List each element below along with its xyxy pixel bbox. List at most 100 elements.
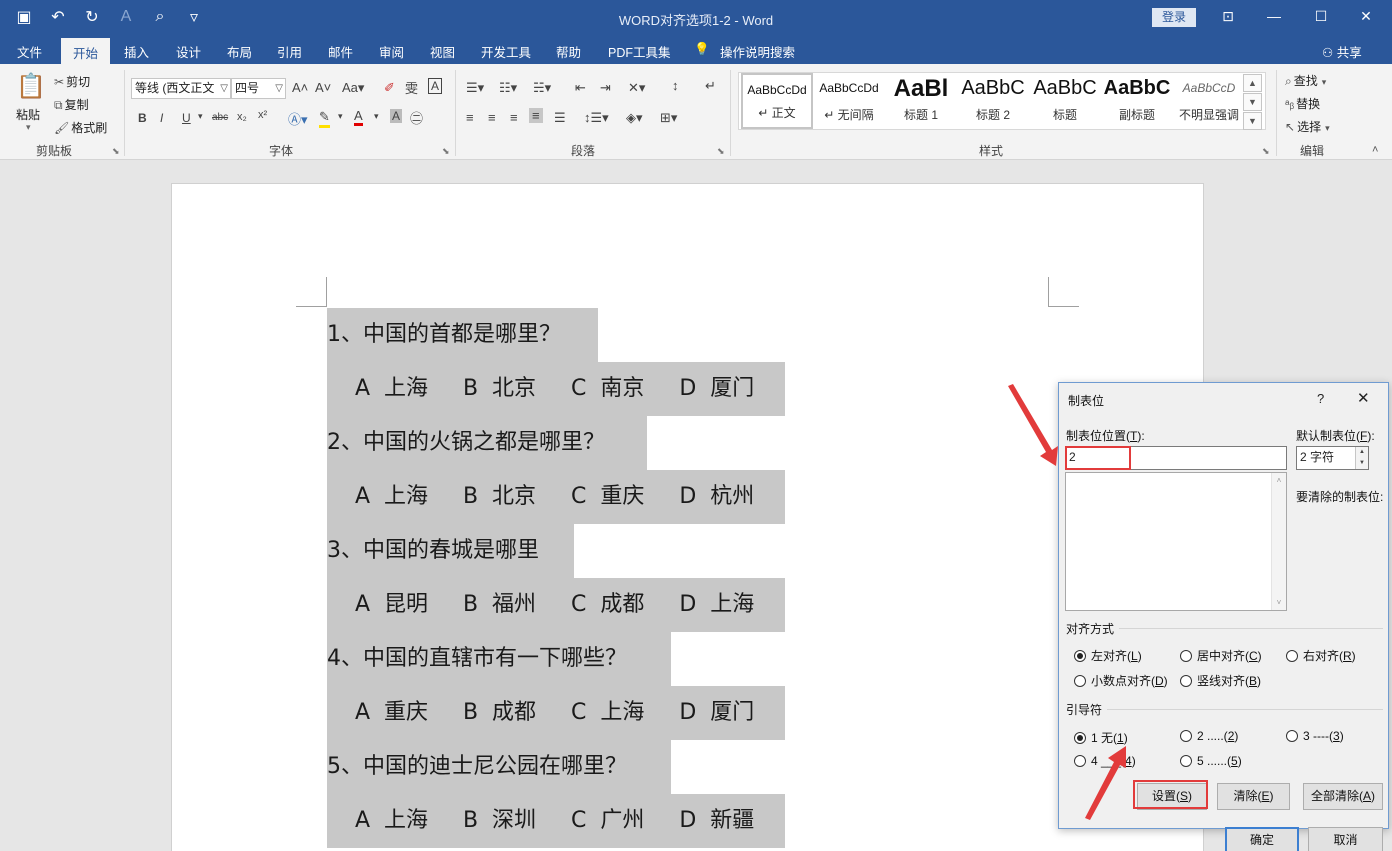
borders-icon[interactable]: ⊞▾	[660, 110, 677, 126]
highlight-dropdown-icon[interactable]: ▾	[338, 111, 343, 122]
share-button[interactable]: ⚇ 共享	[1322, 42, 1362, 61]
find-button[interactable]: ⌕ 查找 ▾	[1285, 72, 1328, 89]
radio-leader-dashes[interactable]: 3 ----(3)	[1286, 729, 1344, 743]
paragraph-launcher-icon[interactable]: ⬊	[717, 146, 725, 157]
tab-help[interactable]: 帮助	[556, 42, 581, 61]
list-scrollbar[interactable]: ˄ ˅	[1271, 473, 1286, 610]
font-size-combo[interactable]: 四号 ▽	[231, 78, 286, 99]
radio-align-bar[interactable]: 竖线对齐(B)	[1180, 672, 1261, 689]
question-line[interactable]: 1、中国的首都是哪里？	[327, 308, 598, 362]
collapse-ribbon-icon[interactable]: ˄	[1372, 144, 1378, 156]
login-button[interactable]: 登录	[1152, 8, 1196, 27]
multilevel-list-icon[interactable]: ☵▾	[533, 80, 551, 96]
style-subtitle[interactable]: AaBbC 副标题	[1101, 73, 1173, 129]
tell-me-search[interactable]: 操作说明搜索	[720, 42, 795, 61]
tab-design[interactable]: 设计	[176, 42, 201, 61]
tab-stops-list[interactable]: ˄ ˅	[1065, 472, 1287, 611]
close-icon[interactable]: ✕	[1351, 8, 1381, 25]
show-marks-icon[interactable]: ↵	[705, 78, 716, 94]
tab-insert[interactable]: 插入	[124, 42, 149, 61]
radio-leader-middle-dots[interactable]: 5 ......(5)	[1180, 754, 1242, 768]
shrink-font-icon[interactable]: A˅	[315, 80, 331, 95]
minimize-icon[interactable]: —	[1259, 8, 1289, 24]
copy-button[interactable]: ⧉ 复制	[54, 96, 89, 113]
numbering-icon[interactable]: ☷▾	[499, 80, 517, 96]
tab-mailings[interactable]: 邮件	[328, 42, 353, 61]
options-line[interactable]: A 上海 B 北京 C 重庆 D 杭州	[327, 470, 785, 524]
ribbon-display-icon[interactable]: ⊡	[1213, 8, 1243, 25]
increase-indent-icon[interactable]: ⇥	[600, 80, 611, 96]
font-launcher-icon[interactable]: ⬊	[442, 146, 450, 157]
align-right-icon[interactable]: ≡	[510, 110, 518, 125]
subscript-icon[interactable]: x₂	[237, 111, 247, 123]
font-color-dropdown-icon[interactable]: ▾	[374, 111, 379, 122]
radio-leader-none[interactable]: 1 无(1)	[1074, 729, 1128, 746]
paste-dropdown-icon[interactable]: ▾	[26, 122, 31, 133]
gallery-up-icon[interactable]: ▲	[1243, 74, 1262, 92]
font-color-icon[interactable]: A	[354, 108, 363, 126]
help-icon[interactable]: ?	[1317, 391, 1324, 406]
tab-references[interactable]: 引用	[277, 42, 302, 61]
shading-icon[interactable]: ◈▾	[626, 110, 643, 126]
highlight-color-icon[interactable]: ✎	[319, 109, 330, 128]
options-line[interactable]: A 上海 B 北京 C 南京 D 厦门	[327, 362, 785, 416]
tab-view[interactable]: 视图	[430, 42, 455, 61]
style-no-spacing[interactable]: AaBbCcDd ↵ 无间隔	[813, 73, 885, 129]
font-name-combo[interactable]: 等线 (西文正文 ▽	[131, 78, 231, 99]
italic-icon[interactable]: I	[160, 111, 163, 125]
paste-button[interactable]: 粘贴	[16, 106, 40, 123]
options-line[interactable]: A 重庆 B 成都 C 上海 D 厦门	[327, 686, 785, 740]
radio-align-left[interactable]: 左对齐(L)	[1074, 647, 1142, 664]
radio-leader-underline[interactable]: 4 ___(4)	[1074, 754, 1136, 768]
clear-all-button[interactable]: 全部清除(A)	[1303, 783, 1383, 810]
style-title[interactable]: AaBbC 标题	[1029, 73, 1101, 129]
cut-button[interactable]: ✂ 剪切	[54, 73, 90, 90]
underline-dropdown-icon[interactable]: ▾	[198, 111, 203, 122]
default-tab-stepper[interactable]: 2 字符 ▲ ▼	[1296, 446, 1369, 470]
format-painter-button[interactable]: 🖌 格式刷	[54, 119, 107, 136]
strikethrough-icon[interactable]: abc	[212, 112, 228, 123]
bullets-icon[interactable]: ☰▾	[466, 80, 484, 96]
options-line[interactable]: A 上海 B 深圳 C 广州 D 新疆	[327, 794, 785, 848]
sort-icon[interactable]: ↕	[672, 78, 679, 93]
grow-font-icon[interactable]: A˄	[292, 80, 308, 95]
align-center-icon[interactable]: ≡	[488, 110, 496, 125]
spin-down-icon[interactable]: ▼	[1355, 458, 1368, 469]
distributed-icon[interactable]: ☰	[554, 110, 566, 126]
decrease-indent-icon[interactable]: ⇤	[575, 80, 586, 96]
clear-format-icon[interactable]: ✐	[384, 80, 395, 96]
tab-layout[interactable]: 布局	[227, 42, 252, 61]
question-line[interactable]: 5、中国的迪士尼公园在哪里？	[327, 740, 671, 794]
underline-icon[interactable]: U	[182, 111, 191, 125]
spin-up-icon[interactable]: ▲	[1355, 447, 1368, 458]
clipboard-launcher-icon[interactable]: ⬊	[112, 146, 120, 157]
question-line[interactable]: 4、中国的直辖市有一下哪些？	[327, 632, 671, 686]
question-line[interactable]: 3、中国的春城是哪里	[327, 524, 574, 578]
maximize-icon[interactable]: ☐	[1306, 8, 1336, 25]
radio-align-decimal[interactable]: 小数点对齐(D)	[1074, 672, 1168, 689]
char-shading-icon[interactable]: A	[390, 109, 403, 123]
style-heading-2[interactable]: AaBbC 标题 2	[957, 73, 1029, 129]
tab-home[interactable]: 开始	[61, 38, 111, 64]
ok-button[interactable]: 确定	[1225, 827, 1299, 851]
tab-review[interactable]: 审阅	[379, 42, 404, 61]
char-border-icon[interactable]: A	[428, 78, 443, 94]
options-line[interactable]: A 昆明 B 福州 C 成都 D 上海	[327, 578, 785, 632]
gallery-more-icon[interactable]: ▼	[1243, 112, 1262, 130]
align-left-icon[interactable]: ≡	[466, 110, 474, 125]
question-line[interactable]: 2、中国的火锅之都是哪里？	[327, 416, 647, 470]
cancel-button[interactable]: 取消	[1308, 827, 1383, 851]
close-icon[interactable]: ✕	[1357, 389, 1370, 407]
phonetic-guide-icon[interactable]: 雯	[405, 78, 418, 97]
style-normal[interactable]: AaBbCcDd ↵ 正文	[741, 73, 813, 129]
chinese-layout-icon[interactable]: ✕▾	[628, 80, 645, 96]
styles-launcher-icon[interactable]: ⬊	[1262, 146, 1270, 157]
gallery-down-icon[interactable]: ▼	[1243, 93, 1262, 111]
radio-align-right[interactable]: 右对齐(R)	[1286, 647, 1356, 664]
tab-developer[interactable]: 开发工具	[481, 42, 531, 61]
text-effects-icon[interactable]: Ⓐ▾	[288, 109, 308, 128]
enclose-char-icon[interactable]: ㊁	[410, 108, 423, 127]
style-subtle-emphasis[interactable]: AaBbCcD 不明显强调	[1173, 73, 1245, 129]
radio-align-center[interactable]: 居中对齐(C)	[1180, 647, 1262, 664]
tab-file[interactable]: 文件	[17, 42, 42, 61]
